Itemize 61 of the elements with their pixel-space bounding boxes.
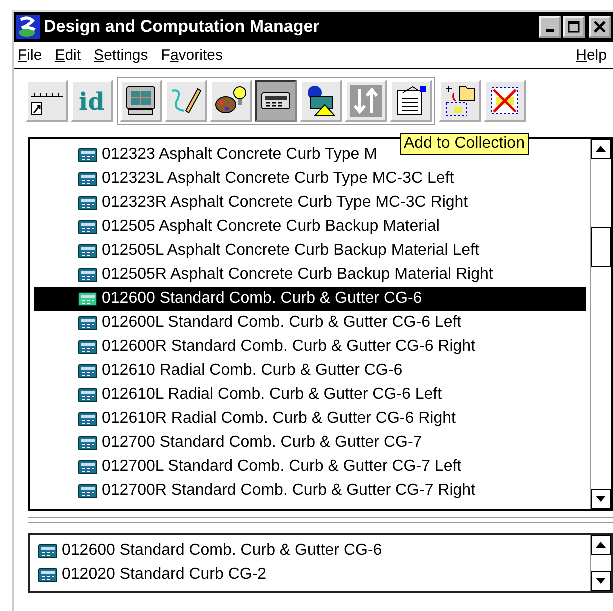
scroll-down-button[interactable] <box>591 571 611 591</box>
list-item[interactable]: 012700L Standard Comb. Curb & Gutter CG-7 Left <box>34 455 586 479</box>
close-button[interactable] <box>589 16 611 38</box>
list-item[interactable]: 012700 Standard Comb. Curb & Gutter CG-7 <box>34 431 586 455</box>
calculator-icon <box>38 543 58 559</box>
logo-icon <box>16 15 40 39</box>
calculator-icon <box>78 435 98 451</box>
tooltip: Add to Collection <box>400 133 529 155</box>
list-item[interactable]: 012600 Standard Comb. Curb & Gutter CG-6 <box>34 287 586 311</box>
calculator-icon <box>78 363 98 379</box>
calculator-icon <box>78 339 98 355</box>
scroll-down-button[interactable] <box>591 489 611 509</box>
maximize-icon <box>568 21 580 33</box>
calculator-icon <box>78 483 98 499</box>
splitter[interactable] <box>28 517 613 523</box>
list-item[interactable]: 012600R Standard Comb. Curb & Gutter CG-6 Right <box>34 335 586 359</box>
calculator-icon <box>78 459 98 475</box>
list-item[interactable]: 012600 Standard Comb. Curb & Gutter CG-6 <box>34 539 586 563</box>
calculator-icon <box>78 267 98 283</box>
calculator-icon <box>78 411 98 427</box>
calculator-icon <box>78 195 98 211</box>
scrollbar[interactable] <box>590 535 611 591</box>
maximize-button[interactable] <box>563 16 585 38</box>
calculator-icon <box>38 567 58 583</box>
list-item[interactable]: 012020 Standard Curb CG-2 <box>34 563 586 587</box>
list-item[interactable]: 012323L Asphalt Concrete Curb Type MC-3C Left <box>34 167 586 191</box>
menu-item[interactable]: Settings <box>94 46 148 64</box>
scrollbar[interactable] <box>590 139 611 509</box>
menu-item[interactable]: Help <box>576 46 607 64</box>
list-item[interactable]: 012505L Asphalt Concrete Curb Backup Material Left <box>34 239 586 263</box>
scroll-up-button[interactable] <box>591 139 611 159</box>
minimize-button[interactable] <box>539 16 561 38</box>
menu-item[interactable]: File <box>18 46 42 64</box>
list-item[interactable]: 012505R Asphalt Concrete Curb Backup Material Right <box>34 263 586 287</box>
scroll-up-button[interactable] <box>591 535 611 555</box>
arrows-icon <box>348 83 384 119</box>
calculator-icon <box>78 171 98 187</box>
list-item[interactable]: 012610L Radial Comb. Curb & Gutter CG-6 Left <box>34 383 586 407</box>
menu-item[interactable]: Favorites <box>161 46 223 64</box>
minimize-icon <box>546 29 554 32</box>
calculator-icon <box>78 315 98 331</box>
list-item[interactable]: 012600L Standard Comb. Curb & Gutter CG-6 Left <box>34 311 586 335</box>
calculator-icon <box>78 219 98 235</box>
list-item[interactable]: 012505 Asphalt Concrete Curb Backup Material <box>34 215 586 239</box>
list-item[interactable]: 012610R Radial Comb. Curb & Gutter CG-6 Right <box>34 407 586 431</box>
scroll-thumb[interactable] <box>591 227 611 267</box>
menu-item[interactable]: Edit <box>55 46 82 64</box>
calculator-icon <box>78 387 98 403</box>
up-arrow-icon <box>596 542 606 548</box>
calculator-icon <box>78 291 98 307</box>
calculator-icon <box>78 243 98 259</box>
toolbar-button[interactable] <box>255 80 297 122</box>
down-arrow-icon <box>596 496 606 502</box>
list-item[interactable]: 012700R Standard Comb. Curb & Gutter CG-7 Right <box>34 479 586 503</box>
list-item[interactable]: 012610 Radial Comb. Curb & Gutter CG-6 <box>34 359 586 383</box>
down-arrow-icon <box>596 578 606 584</box>
calculator-icon <box>78 147 98 163</box>
window-title: Design and Computation Manager <box>44 17 321 37</box>
close-icon <box>594 21 606 33</box>
list-item[interactable]: 012323R Asphalt Concrete Curb Type MC-3C Right <box>34 191 586 215</box>
up-arrow-icon <box>596 146 606 152</box>
